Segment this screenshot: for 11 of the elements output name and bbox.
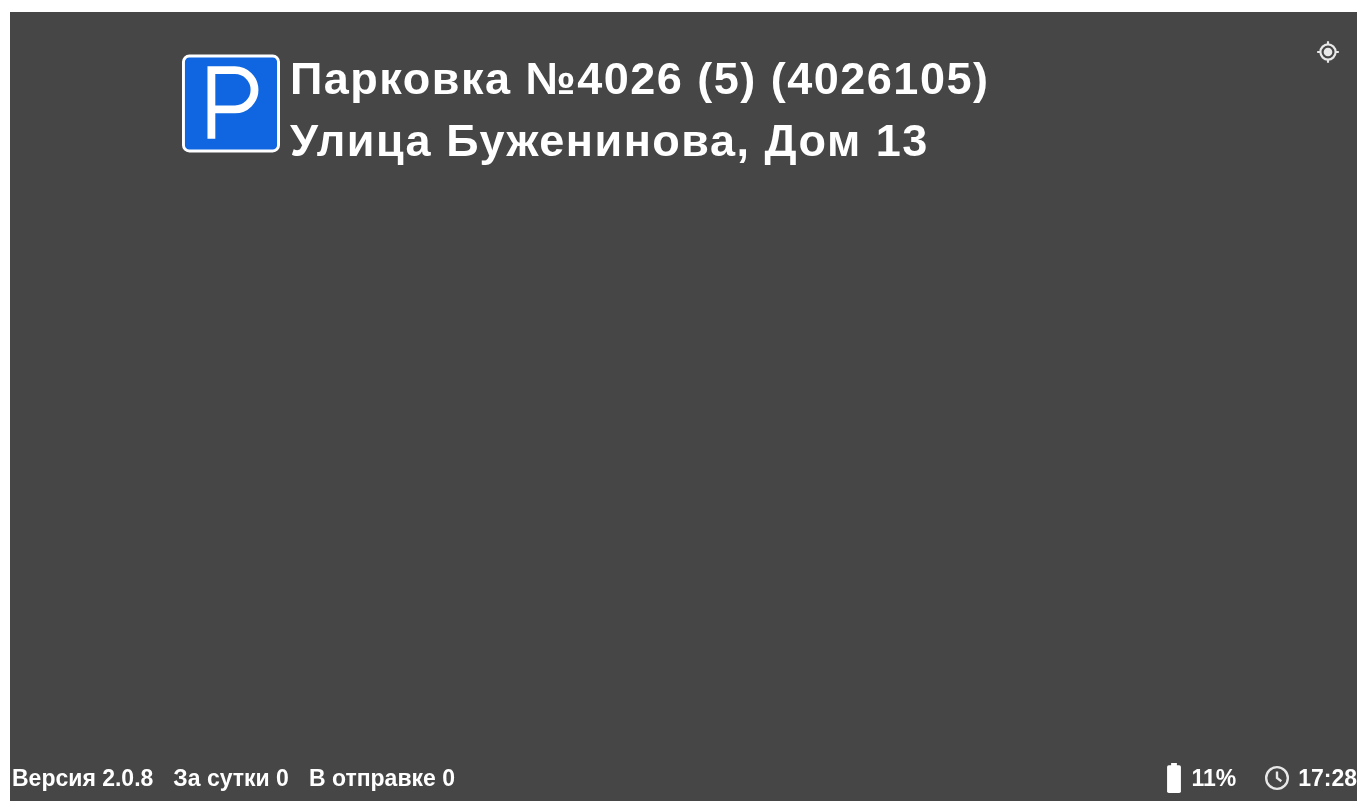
- clock-time: 17:28: [1298, 764, 1357, 792]
- location-icon: [1315, 39, 1341, 65]
- parking-title: Парковка №4026 (5) (4026105): [290, 52, 990, 106]
- status-text: В отправке 0: [308, 764, 456, 792]
- status-text: Версия 2.0.8: [12, 764, 154, 792]
- battery-percent: 11%: [1191, 764, 1237, 792]
- clock-icon: [1264, 765, 1291, 791]
- battery-icon: [1167, 763, 1182, 793]
- parking-sign-icon: [182, 54, 280, 153]
- status-text: За сутки 0: [173, 764, 289, 792]
- address-text: Улица Буженинова, Дом 13: [290, 114, 930, 168]
